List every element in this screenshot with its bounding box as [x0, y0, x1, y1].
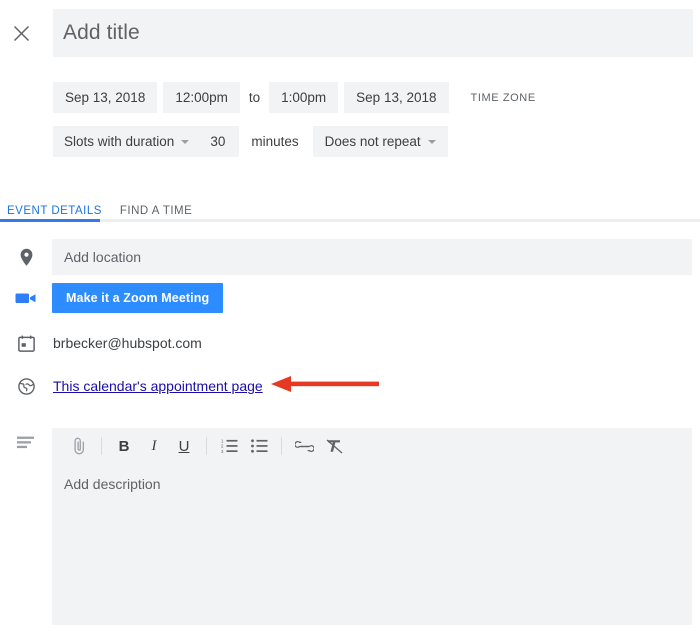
tab-bar: EVENT DETAILS FIND A TIME — [0, 192, 700, 222]
numbered-list-icon[interactable]: 1 2 3 — [214, 431, 244, 461]
start-date-chip[interactable]: Sep 13, 2018 — [53, 82, 157, 113]
datetime-row-secondary: Slots with duration 30 minutes Does not … — [53, 126, 448, 157]
slots-mode-dropdown[interactable]: Slots with duration — [53, 126, 200, 157]
underline-icon[interactable]: U — [169, 431, 199, 461]
active-tab-indicator — [0, 219, 100, 222]
location-pin-icon — [0, 248, 52, 267]
video-camera-icon — [0, 291, 52, 305]
duration-value-input[interactable]: 30 — [200, 126, 239, 157]
tab-list: EVENT DETAILS FIND A TIME — [0, 192, 700, 219]
location-placeholder: Add location — [64, 249, 141, 265]
slots-mode-label: Slots with duration — [64, 134, 174, 149]
description-input[interactable]: Add description — [52, 464, 692, 492]
svg-text:3: 3 — [221, 449, 224, 453]
italic-icon[interactable]: I — [139, 431, 169, 461]
insert-link-icon[interactable] — [289, 431, 319, 461]
attach-icon[interactable] — [64, 431, 94, 461]
end-time-chip[interactable]: 1:00pm — [269, 82, 338, 113]
appointment-page-row: This calendar's appointment page — [0, 375, 700, 397]
location-input[interactable]: Add location — [52, 239, 692, 275]
calendar-icon — [0, 335, 52, 352]
duration-unit-label: minutes — [251, 134, 298, 149]
event-title-input[interactable]: Add title — [53, 9, 693, 57]
datetime-row-primary: Sep 13, 2018 12:00pm to 1:00pm Sep 13, 2… — [53, 82, 536, 113]
repeat-dropdown[interactable]: Does not repeat — [313, 126, 448, 157]
tab-event-details[interactable]: EVENT DETAILS — [7, 205, 102, 219]
toolbar-divider — [281, 437, 282, 455]
editor-toolbar: B I U 1 2 3 — [52, 428, 692, 464]
bold-icon[interactable]: B — [109, 431, 139, 461]
description-editor: B I U 1 2 3 — [52, 428, 692, 625]
time-zone-button[interactable]: TIME ZONE — [471, 92, 536, 104]
event-title-placeholder: Add title — [63, 21, 140, 45]
make-zoom-meeting-button[interactable]: Make it a Zoom Meeting — [52, 283, 223, 313]
toolbar-divider — [206, 437, 207, 455]
conferencing-row: Make it a Zoom Meeting — [0, 283, 700, 313]
add-event-page: Add title Sep 13, 2018 12:00pm to 1:00pm… — [0, 0, 700, 638]
description-lines-icon — [0, 430, 52, 454]
calendar-owner-email: brbecker@hubspot.com — [52, 335, 202, 351]
slots-duration-group: Slots with duration 30 — [53, 126, 239, 157]
end-date-chip[interactable]: Sep 13, 2018 — [344, 82, 448, 113]
toolbar-divider — [101, 437, 102, 455]
chevron-down-icon — [181, 140, 189, 144]
repeat-label: Does not repeat — [325, 134, 421, 149]
calendar-owner-row: brbecker@hubspot.com — [0, 331, 700, 355]
bulleted-list-icon[interactable] — [244, 431, 274, 461]
close-icon[interactable] — [3, 15, 39, 51]
tab-divider — [0, 219, 700, 222]
tab-find-a-time[interactable]: FIND A TIME — [120, 205, 192, 219]
event-header: Add title — [0, 9, 700, 57]
appointment-page-link[interactable]: This calendar's appointment page — [52, 378, 263, 394]
to-label: to — [240, 82, 269, 113]
start-time-chip[interactable]: 12:00pm — [163, 82, 240, 113]
globe-icon — [0, 378, 52, 395]
location-row: Add location — [0, 239, 700, 275]
clear-formatting-icon[interactable] — [319, 431, 349, 461]
chevron-down-icon — [428, 140, 436, 144]
